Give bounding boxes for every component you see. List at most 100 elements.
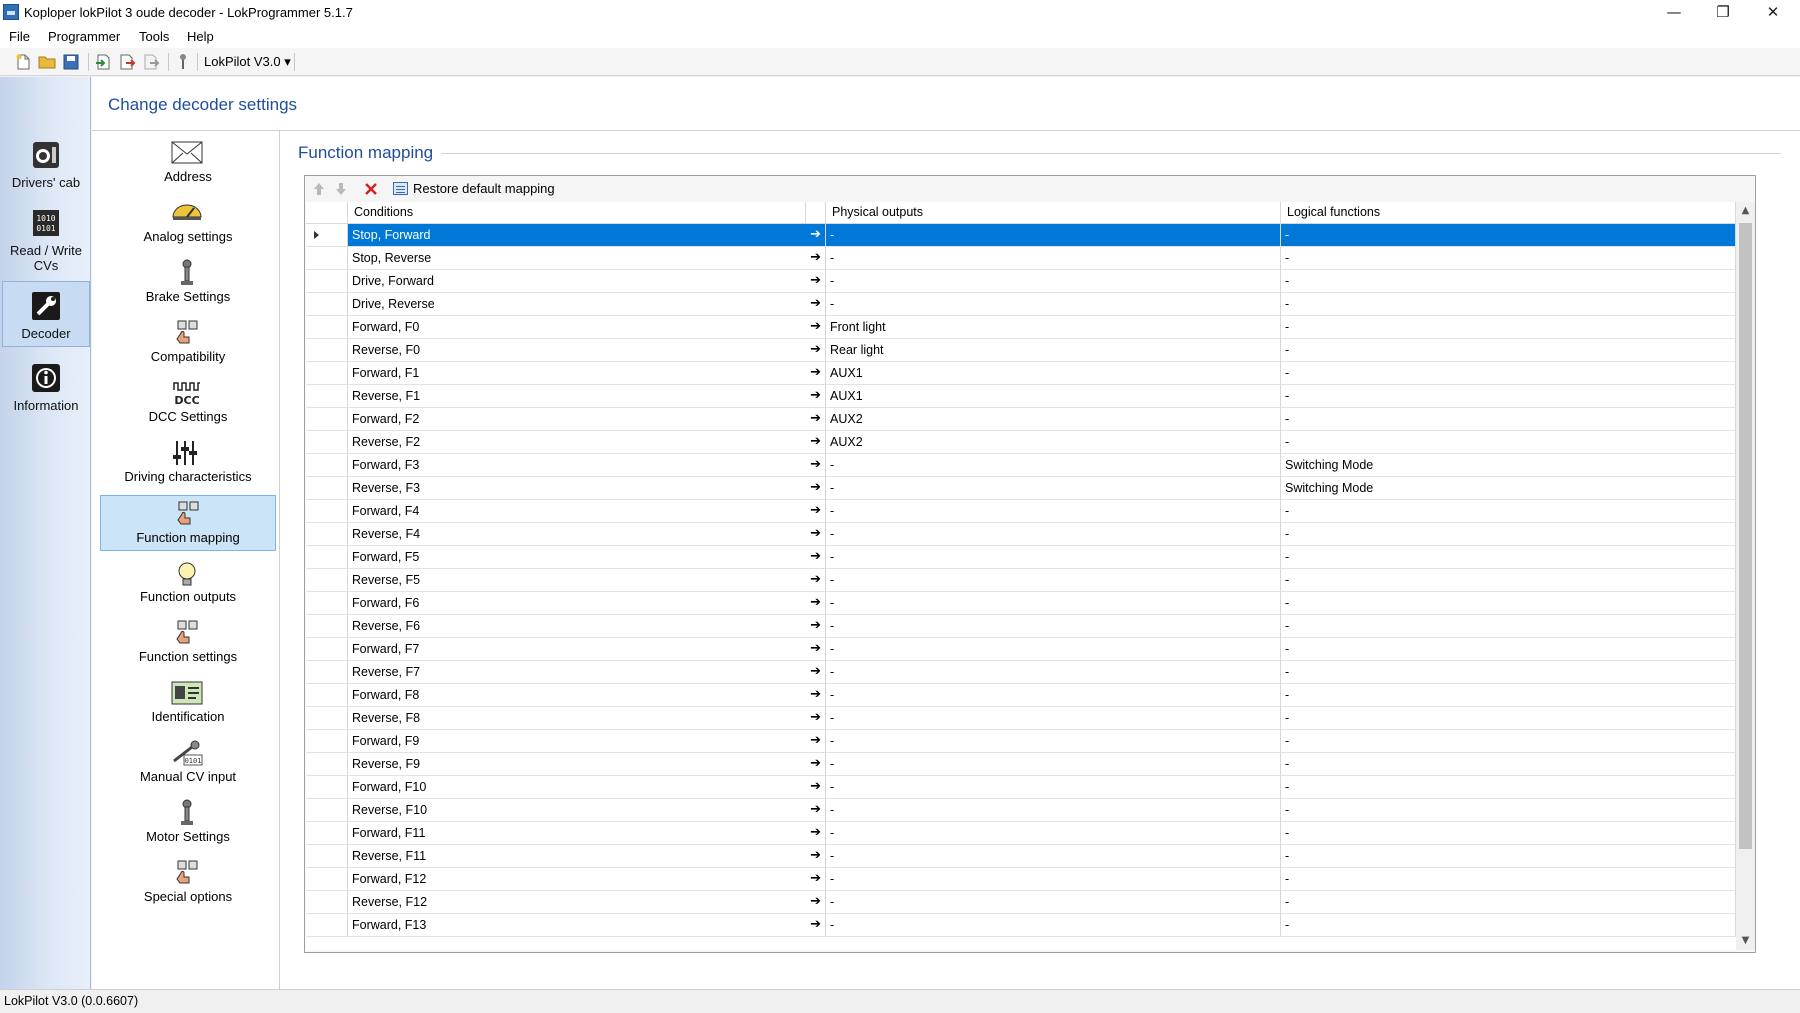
- logical-function-cell[interactable]: -: [1281, 316, 1736, 339]
- nav-item-function-outputs[interactable]: Function outputs: [100, 555, 276, 611]
- new-file-icon[interactable]: [14, 53, 32, 71]
- logical-function-cell[interactable]: -: [1281, 247, 1736, 270]
- table-row[interactable]: Reverse, F3 ➔ - Switching Mode: [306, 477, 1736, 500]
- column-header-conditions[interactable]: Conditions: [348, 202, 806, 224]
- logical-function-cell[interactable]: -: [1281, 799, 1736, 822]
- logical-function-cell[interactable]: -: [1281, 661, 1736, 684]
- condition-cell[interactable]: Reverse, F12 ➔: [348, 891, 826, 914]
- row-header[interactable]: [306, 684, 348, 707]
- logical-function-cell[interactable]: -: [1281, 684, 1736, 707]
- condition-cell[interactable]: Reverse, F11 ➔: [348, 845, 826, 868]
- table-row[interactable]: Drive, Forward ➔ - -: [306, 270, 1736, 293]
- row-header[interactable]: [306, 408, 348, 431]
- physical-output-cell[interactable]: -: [826, 730, 1281, 753]
- condition-cell[interactable]: Forward, F1 ➔: [348, 362, 826, 385]
- table-row[interactable]: Forward, F2 ➔ AUX2-: [306, 408, 1736, 431]
- scroll-down-icon[interactable]: ▼: [1736, 932, 1755, 950]
- row-header[interactable]: [306, 661, 348, 684]
- nav-item-function-mapping[interactable]: Function mapping: [100, 495, 276, 551]
- leftbar-item-decoder[interactable]: Decoder: [2, 281, 90, 347]
- table-row[interactable]: Reverse, F12 ➔ - -: [306, 891, 1736, 914]
- logical-function-cell[interactable]: -: [1281, 638, 1736, 661]
- physical-output-cell[interactable]: -: [826, 293, 1281, 316]
- table-row[interactable]: Forward, F3 ➔ - Switching Mode: [306, 454, 1736, 477]
- column-header-logical-functions[interactable]: Logical functions: [1281, 202, 1736, 224]
- table-row[interactable]: Forward, F12 ➔ - -: [306, 868, 1736, 891]
- table-row[interactable]: Reverse, F4 ➔ - -: [306, 523, 1736, 546]
- vertical-scrollbar[interactable]: ▲ ▼: [1736, 202, 1755, 950]
- menu-programmer[interactable]: Programmer: [48, 29, 120, 44]
- row-header[interactable]: [306, 546, 348, 569]
- condition-cell[interactable]: Reverse, F7 ➔: [348, 661, 826, 684]
- row-header[interactable]: [306, 500, 348, 523]
- device-dropdown[interactable]: LokPilot V3.0 ▾: [204, 54, 291, 70]
- condition-cell[interactable]: Reverse, F1 ➔: [348, 385, 826, 408]
- logical-function-cell[interactable]: -: [1281, 385, 1736, 408]
- nav-item-compatibility[interactable]: Compatibility: [100, 315, 276, 371]
- table-row[interactable]: Forward, F5 ➔ - -: [306, 546, 1736, 569]
- nav-item-dcc-settings[interactable]: DCC DCC Settings: [100, 375, 276, 431]
- condition-cell[interactable]: Reverse, F8 ➔: [348, 707, 826, 730]
- condition-cell[interactable]: Forward, F2 ➔: [348, 408, 826, 431]
- condition-cell[interactable]: Forward, F13 ➔: [348, 914, 826, 937]
- physical-output-cell[interactable]: -: [826, 546, 1281, 569]
- row-header[interactable]: [306, 592, 348, 615]
- condition-cell[interactable]: Forward, F5 ➔: [348, 546, 826, 569]
- row-header[interactable]: [306, 477, 348, 500]
- logical-function-cell[interactable]: -: [1281, 753, 1736, 776]
- row-header[interactable]: [306, 891, 348, 914]
- condition-cell[interactable]: Forward, F3 ➔: [348, 454, 826, 477]
- logical-function-cell[interactable]: -: [1281, 776, 1736, 799]
- condition-cell[interactable]: Reverse, F10 ➔: [348, 799, 826, 822]
- logical-function-cell[interactable]: -: [1281, 546, 1736, 569]
- nav-item-brake-settings[interactable]: Brake Settings: [100, 255, 276, 311]
- row-header[interactable]: [306, 776, 348, 799]
- row-header[interactable]: [306, 270, 348, 293]
- table-row[interactable]: Forward, F8 ➔ - -: [306, 684, 1736, 707]
- condition-cell[interactable]: Forward, F0 ➔: [348, 316, 826, 339]
- logical-function-cell[interactable]: -: [1281, 362, 1736, 385]
- condition-cell[interactable]: Forward, F4 ➔: [348, 500, 826, 523]
- logical-function-cell[interactable]: -: [1281, 868, 1736, 891]
- logical-function-cell[interactable]: -: [1281, 500, 1736, 523]
- save-icon[interactable]: [62, 53, 80, 71]
- menu-file[interactable]: File: [9, 29, 30, 44]
- table-row[interactable]: Forward, F0 ➔ Front light -: [306, 316, 1736, 339]
- nav-item-identification[interactable]: Identification: [100, 675, 276, 731]
- row-header[interactable]: [306, 523, 348, 546]
- condition-cell[interactable]: Drive, Reverse ➔: [348, 293, 826, 316]
- scrollbar-thumb[interactable]: [1739, 223, 1752, 849]
- table-row[interactable]: Reverse, F5 ➔ - -: [306, 569, 1736, 592]
- physical-output-cell[interactable]: -: [826, 822, 1281, 845]
- row-header[interactable]: [306, 753, 348, 776]
- table-row[interactable]: Reverse, F11 ➔ - -: [306, 845, 1736, 868]
- row-header[interactable]: [306, 316, 348, 339]
- row-header[interactable]: [306, 799, 348, 822]
- table-row[interactable]: Forward, F9 ➔ - -: [306, 730, 1736, 753]
- condition-cell[interactable]: Reverse, F6 ➔: [348, 615, 826, 638]
- row-header[interactable]: [306, 914, 348, 937]
- row-header[interactable]: [306, 247, 348, 270]
- leftbar-item-drivers-cab[interactable]: Drivers' cab: [2, 139, 90, 190]
- condition-cell[interactable]: Reverse, F9 ➔: [348, 753, 826, 776]
- physical-output-cell[interactable]: -: [826, 845, 1281, 868]
- logical-function-cell[interactable]: -: [1281, 707, 1736, 730]
- logical-function-cell[interactable]: -: [1281, 270, 1736, 293]
- table-row[interactable]: Forward, F13 ➔ - -: [306, 914, 1736, 937]
- table-row[interactable]: Forward, F11 ➔ - -: [306, 822, 1736, 845]
- nav-item-special-options[interactable]: Special options: [100, 855, 276, 911]
- table-row[interactable]: Reverse, F1 ➔ AUX1-: [306, 385, 1736, 408]
- physical-output-cell[interactable]: -: [826, 776, 1281, 799]
- physical-output-cell[interactable]: -: [826, 661, 1281, 684]
- condition-cell[interactable]: Reverse, F0 ➔: [348, 339, 826, 362]
- physical-output-cell[interactable]: -: [826, 615, 1281, 638]
- logical-function-cell[interactable]: -: [1281, 592, 1736, 615]
- condition-cell[interactable]: Drive, Forward ➔: [348, 270, 826, 293]
- physical-output-cell[interactable]: AUX2: [826, 431, 1281, 454]
- logical-function-cell[interactable]: Switching Mode: [1281, 477, 1736, 500]
- row-header[interactable]: [306, 868, 348, 891]
- menu-help[interactable]: Help: [187, 29, 214, 44]
- physical-output-cell[interactable]: -: [826, 707, 1281, 730]
- condition-cell[interactable]: Forward, F8 ➔: [348, 684, 826, 707]
- condition-cell[interactable]: Reverse, F2 ➔: [348, 431, 826, 454]
